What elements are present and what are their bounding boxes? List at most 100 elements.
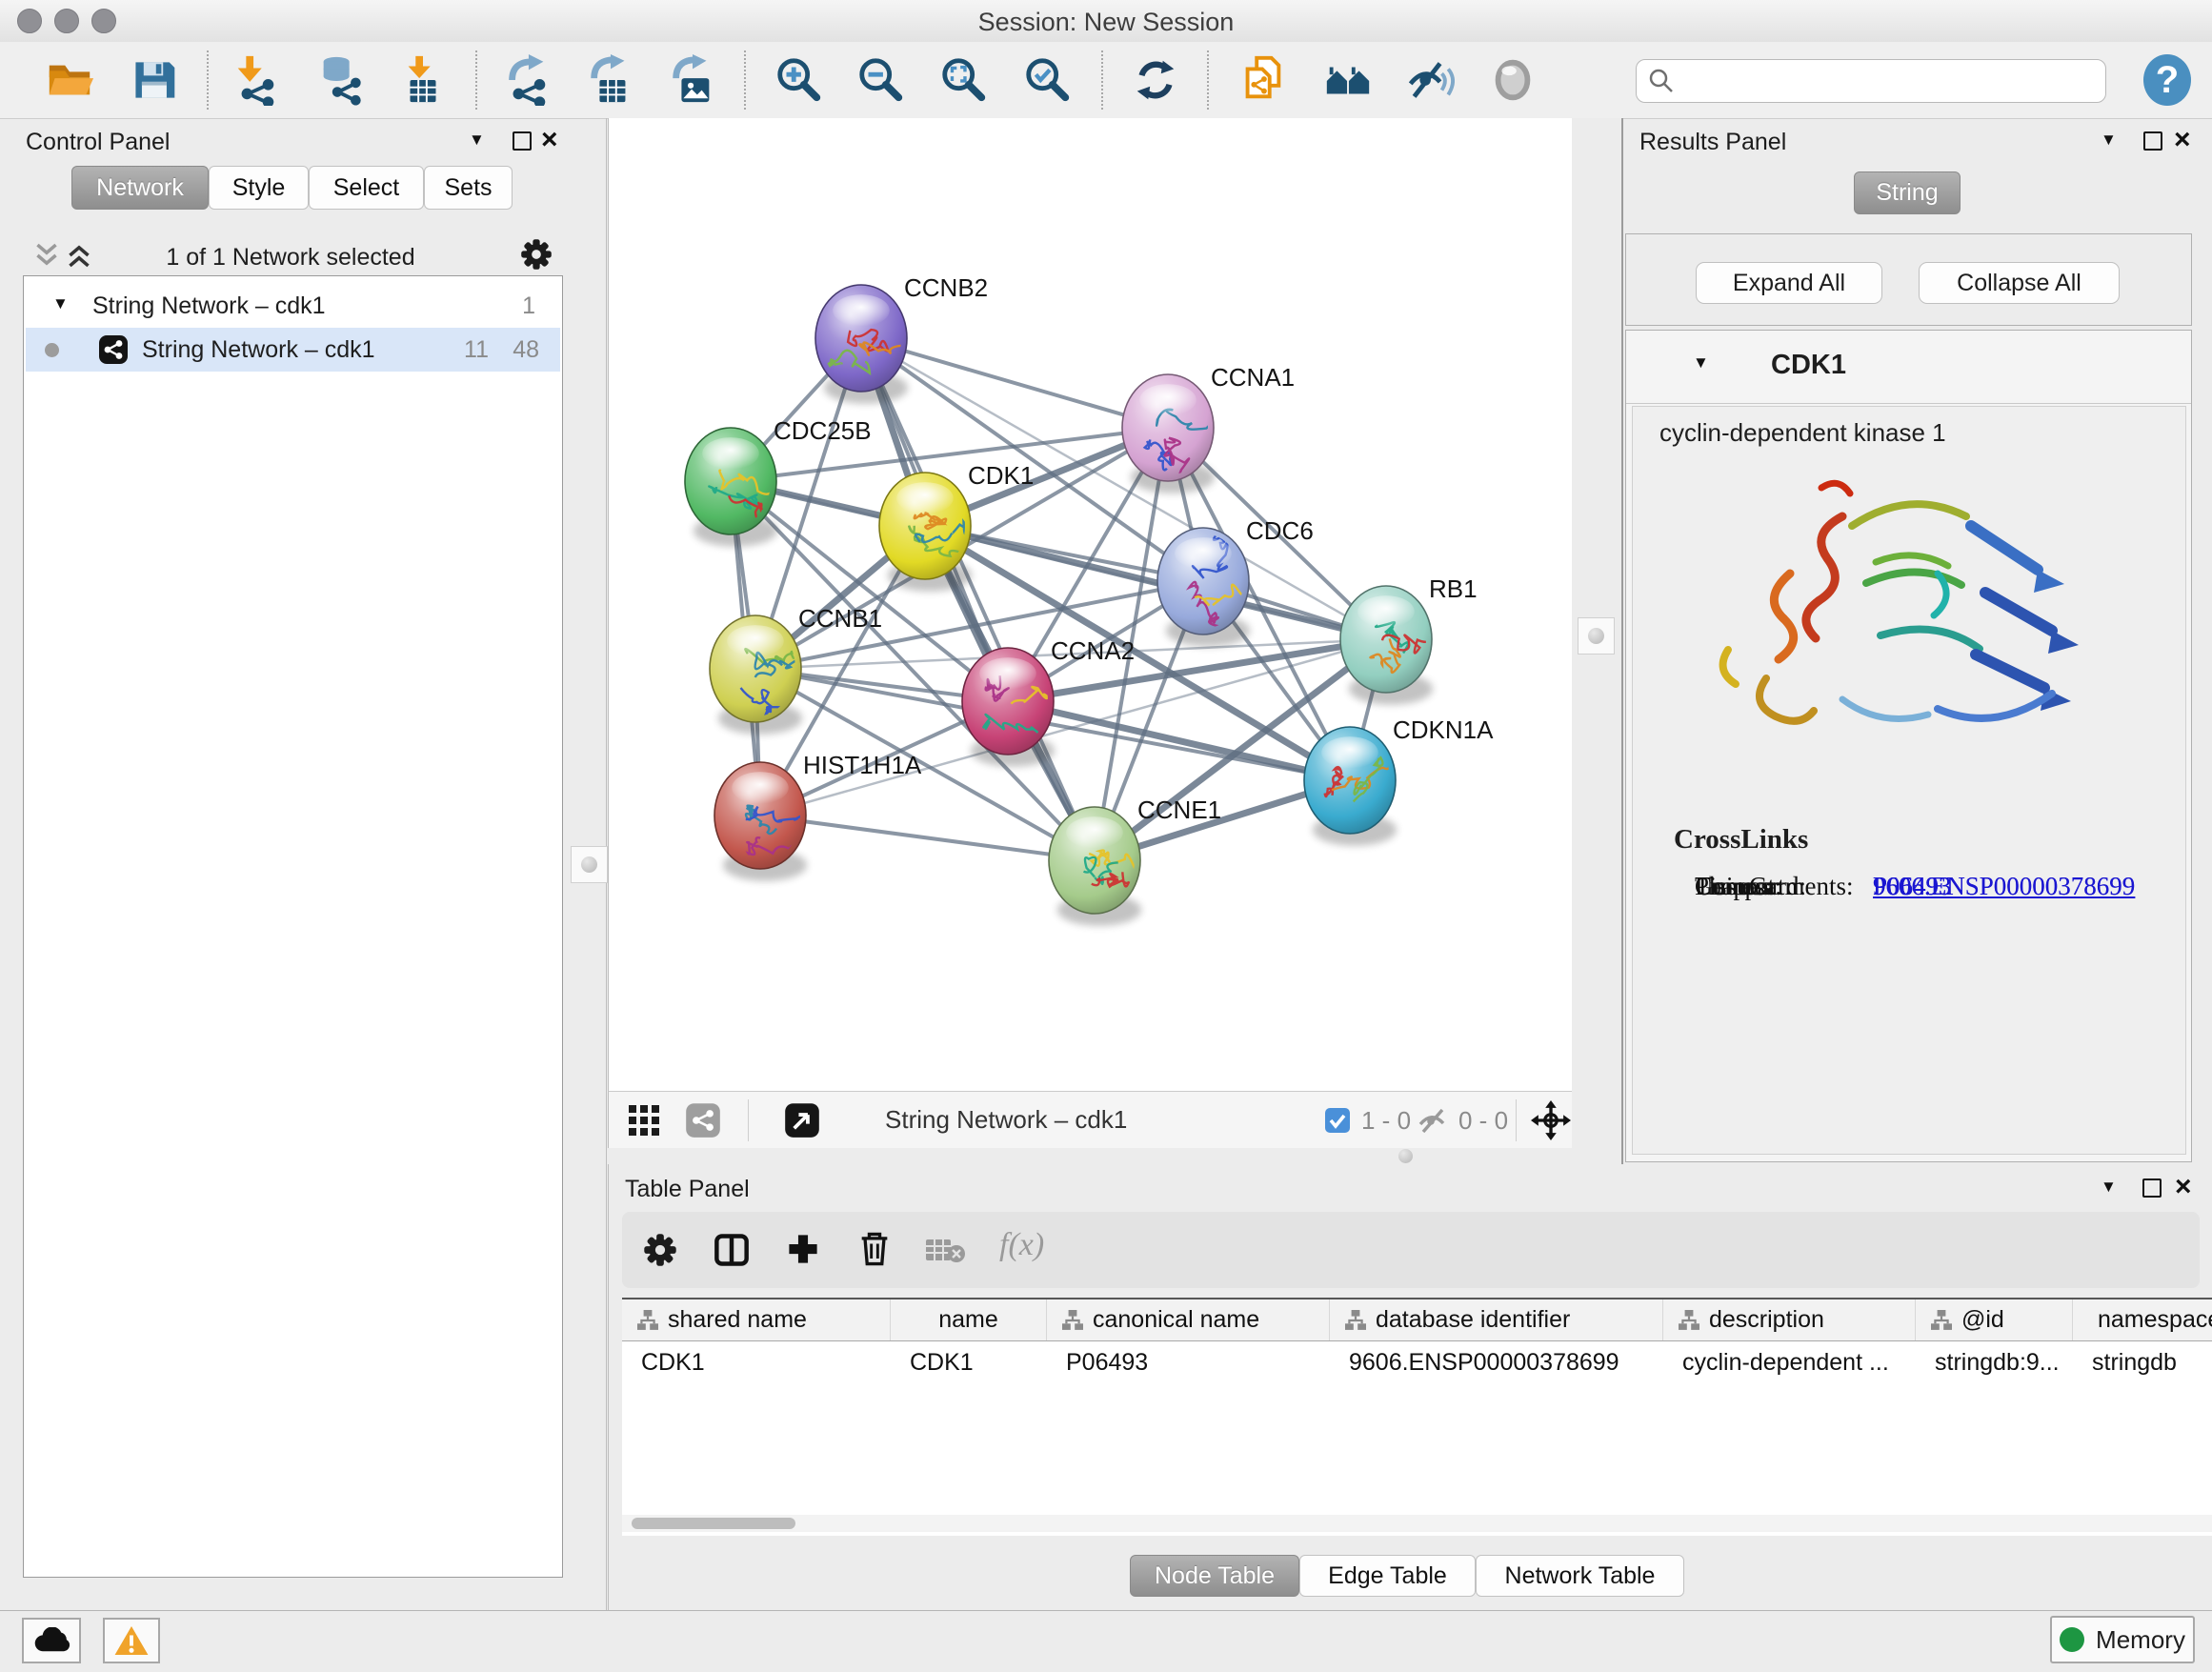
network-tree-root-row[interactable]: ▼ String Network – cdk1 1 [24, 284, 562, 328]
results-panel-close-icon[interactable]: × [2174, 131, 2191, 150]
memory-status-dot [2060, 1627, 2084, 1652]
show-graphics-details-button[interactable] [1485, 52, 1540, 108]
control-panel-menu-icon[interactable]: ▼ [469, 131, 485, 150]
table-panel-float-icon[interactable] [2142, 1178, 2162, 1198]
grid-view-icon[interactable] [628, 1104, 660, 1141]
save-session-button[interactable] [126, 52, 181, 108]
import-table-from-file-button[interactable] [395, 52, 451, 108]
network-tree-child-row[interactable]: String Network – cdk1 11 48 [26, 328, 560, 372]
refresh-network-button[interactable] [1128, 52, 1183, 108]
warning-status-button[interactable] [103, 1618, 160, 1663]
zoom-out-button[interactable] [854, 52, 909, 108]
protein-structure-image [1699, 459, 2119, 774]
tab-string[interactable]: String [1854, 171, 1961, 214]
zoom-fit-button[interactable] [936, 52, 992, 108]
copy-network-button[interactable] [1235, 52, 1290, 108]
main-toolbar: ? [0, 42, 2212, 119]
crosslinks-title: CrossLinks [1674, 824, 1808, 856]
toolbar-separator [207, 50, 209, 110]
network-edge-CCNB2-CCNA1[interactable] [861, 338, 1168, 428]
control-panel-float-icon[interactable] [513, 131, 532, 151]
help-button[interactable]: ? [2140, 52, 2195, 108]
tab-style[interactable]: Style [209, 166, 309, 210]
tab-network-table[interactable]: Network Table [1476, 1555, 1684, 1597]
tab-network[interactable]: Network [71, 166, 209, 210]
table-panel-close-icon[interactable]: × [2175, 1178, 2192, 1197]
column-header-canonical-name[interactable]: canonical name [1047, 1299, 1330, 1340]
tab-edge-table[interactable]: Edge Table [1299, 1555, 1476, 1597]
network-edge-CCNB2-CCNE1[interactable] [861, 338, 1095, 860]
network-graph: CCNB2CCNA1CDC25BCDK1CDC6RB1CCNB1CCNA2CDK… [609, 118, 1573, 1091]
gene-collapse-icon[interactable]: ▼ [1693, 353, 1709, 373]
network-edge-HIST1H1A-CCNE1[interactable] [760, 816, 1095, 860]
node-label-CDC25B: CDC25B [774, 416, 872, 445]
search-input[interactable] [1675, 67, 2088, 95]
toolbar-separator [475, 50, 477, 110]
export-table-button[interactable] [583, 52, 638, 108]
memory-button[interactable]: Memory [2050, 1616, 2195, 1663]
network-canvas[interactable]: CCNB2CCNA1CDC25BCDK1CDC6RB1CCNB1CCNA2CDK… [608, 118, 1572, 1091]
network-selection-status: 1 of 1 Network selected [0, 244, 581, 272]
table-panel-menu-icon[interactable]: ▼ [2101, 1178, 2117, 1197]
column-type-icon [1345, 1310, 1366, 1331]
add-column-icon[interactable] [786, 1232, 820, 1271]
export-network-button[interactable] [499, 52, 554, 108]
scrollbar-thumb[interactable] [632, 1518, 795, 1529]
pan-move-icon[interactable] [1531, 1100, 1571, 1145]
horizontal-splitter[interactable] [608, 1148, 1572, 1164]
gene-section-header[interactable]: ▼ CDK1 [1626, 331, 2191, 404]
left-splitter-handle[interactable] [571, 846, 608, 883]
column-header-shared-name[interactable]: shared name [622, 1299, 891, 1340]
results-panel-float-icon[interactable] [2143, 131, 2162, 151]
table-row[interactable]: CDK1 CDK1 P06493 9606.ENSP00000378699 cy… [622, 1341, 2212, 1383]
results-panel-menu-icon[interactable]: ▼ [2101, 131, 2117, 150]
results-buttons-box: Expand All Collapse All [1625, 233, 2192, 326]
tab-select[interactable]: Select [309, 166, 424, 210]
cloud-status-button[interactable] [22, 1618, 81, 1663]
toolbar-divider [748, 1099, 749, 1141]
column-header-id[interactable]: @id [1916, 1299, 2073, 1340]
import-network-from-database-button[interactable] [312, 52, 368, 108]
network-status-dot [45, 343, 59, 357]
hide-graphics-details-button[interactable] [1401, 52, 1457, 108]
column-header-name[interactable]: name [891, 1299, 1047, 1340]
function-builder-icon: f(x) [999, 1227, 1044, 1263]
pharos-link[interactable]: P06493 [1873, 872, 1952, 901]
subnetwork-count: 1 [522, 292, 535, 320]
birdseye-view-icon[interactable] [784, 1102, 820, 1143]
column-header-description[interactable]: description [1663, 1299, 1916, 1340]
gene-description: cyclin-dependent kinase 1 [1659, 418, 1946, 448]
vertical-splitter[interactable] [1572, 118, 1623, 1164]
network-edge-RB1-HIST1H1A[interactable] [760, 639, 1386, 816]
column-type-icon [1931, 1310, 1952, 1331]
right-splitter-handle[interactable] [1578, 617, 1615, 655]
refresh-icon [1130, 54, 1181, 106]
node-label-CCNA2: CCNA2 [1051, 636, 1135, 665]
selected-checkbox-icon[interactable] [1324, 1107, 1351, 1138]
eye-icon [1487, 54, 1538, 106]
show-columns-icon[interactable] [714, 1232, 750, 1273]
import-network-from-file-button[interactable] [228, 52, 283, 108]
expand-all-button[interactable]: Expand All [1696, 262, 1882, 304]
delete-column-trash-icon[interactable] [856, 1230, 893, 1273]
collapse-all-button[interactable]: Collapse All [1919, 262, 2120, 304]
column-header-database-identifier[interactable]: database identifier [1330, 1299, 1663, 1340]
zoom-selected-button[interactable] [1020, 52, 1076, 108]
zoom-in-button[interactable] [772, 52, 827, 108]
table-horizontal-scrollbar[interactable] [622, 1515, 2212, 1532]
control-panel-close-icon[interactable]: × [541, 131, 558, 150]
tree-collapse-icon[interactable]: ▼ [52, 294, 69, 313]
tab-sets[interactable]: Sets [424, 166, 513, 210]
open-session-button[interactable] [42, 52, 97, 108]
svg-text:?: ? [2156, 59, 2179, 101]
table-panel-title: Table Panel [625, 1176, 750, 1203]
select-first-neighbors-button[interactable] [1320, 52, 1376, 108]
zoom-fit-icon [938, 54, 990, 106]
tab-node-table[interactable]: Node Table [1130, 1555, 1299, 1597]
network-options-gear-icon[interactable] [520, 238, 553, 275]
export-image-button[interactable] [665, 52, 720, 108]
table-settings-gear-icon[interactable] [643, 1233, 677, 1272]
column-header-namespace[interactable]: namespace [2073, 1299, 2212, 1340]
network-share-view-icon[interactable] [685, 1102, 721, 1143]
network-view-toolbar: String Network – cdk1 1 - 0 0 - 0 [608, 1091, 1572, 1148]
